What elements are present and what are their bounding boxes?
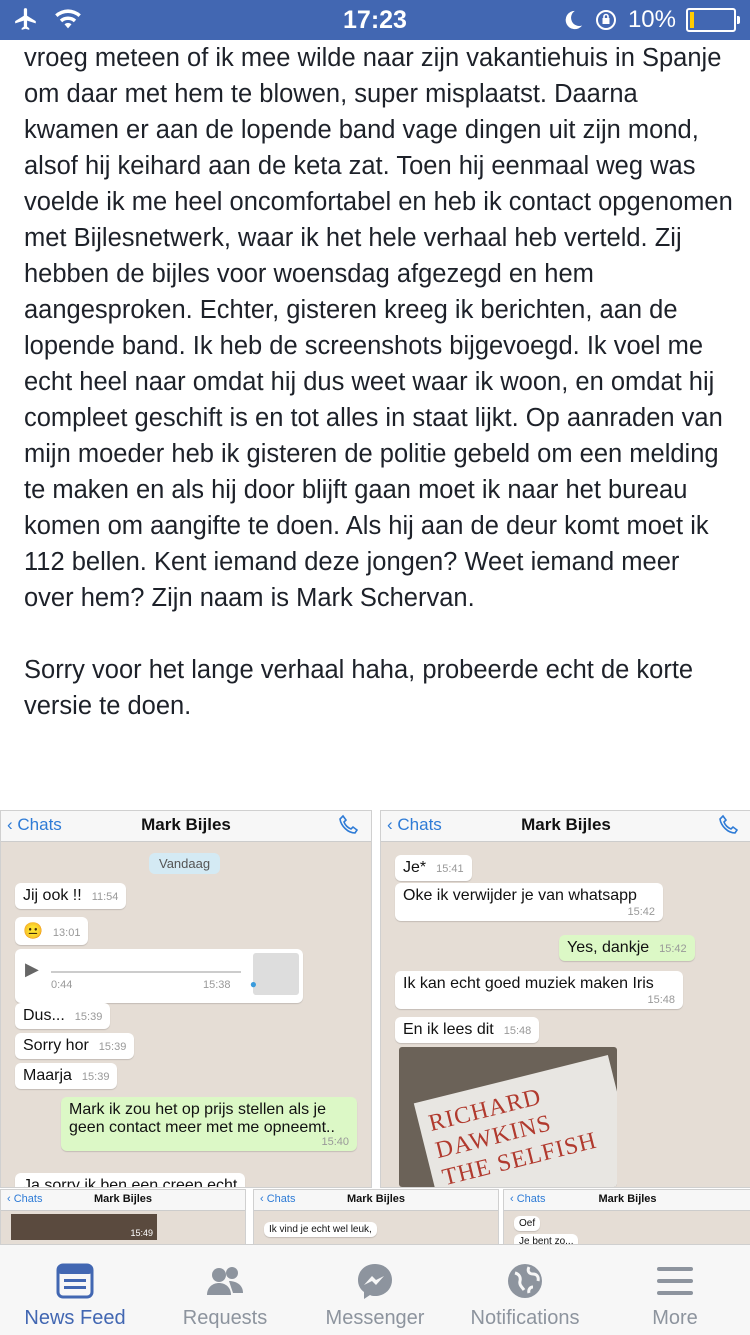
date-pill: Vandaag <box>149 853 221 874</box>
tab-news-feed[interactable]: News Feed <box>0 1245 150 1335</box>
book-cover-text: RICHARD DAWKINS THE SELFISH <box>426 1083 600 1187</box>
messenger-icon <box>358 1264 392 1299</box>
chat-title: Mark Bijles <box>141 815 231 834</box>
screenshot-chat-5[interactable]: ‹ Chats Mark Bijles Oef Je bent zo... <box>503 1189 750 1246</box>
message-time: 15:49 <box>130 1228 153 1238</box>
globe-icon <box>508 1264 542 1298</box>
message-bubble: Jij ook !! 11:54 <box>15 883 127 909</box>
tab-messenger[interactable]: Messenger <box>300 1245 450 1335</box>
message-bubble: Je* 15:41 <box>395 855 472 881</box>
message-bubble-outgoing: Yes, dankje 15:42 <box>559 935 695 961</box>
status-right: 10% <box>562 6 740 34</box>
tab-more[interactable]: More <box>600 1245 750 1335</box>
message-bubble: Ja sorry ik ben een creep echt <box>15 1173 246 1187</box>
tab-label: Messenger <box>325 1307 425 1329</box>
message-bubble: 😐 13:01 <box>15 917 89 945</box>
screenshot-chat-2[interactable]: ‹ Chats Mark Bijles Je* 15:41 Oke ik verw… <box>380 810 750 1188</box>
chat-title: Mark Bijles <box>93 1193 153 1205</box>
tab-notifications[interactable]: Notifications <box>450 1245 600 1335</box>
message-bubble: Ik vind je echt wel leuk, <box>264 1222 377 1237</box>
menu-icon <box>657 1267 693 1295</box>
phone-icon <box>339 814 359 834</box>
avatar <box>253 953 299 995</box>
battery-percent: 10% <box>627 6 676 33</box>
post-paragraph: vroeg meteen of ik mee wilde naar zijn v… <box>24 44 733 612</box>
post-paragraph: Sorry voor het lange verhaal haha, probe… <box>24 656 694 720</box>
moon-icon <box>565 10 583 30</box>
chat-header: ‹ Chats Mark Bijles <box>254 1190 498 1211</box>
voice-progress-track <box>51 971 241 973</box>
message-bubble: Maarja 15:39 <box>15 1063 118 1089</box>
chat-title: Mark Bijles <box>521 815 611 834</box>
screenshot-chat-3[interactable]: ‹ Chats Mark Bijles 15:49 <box>0 1189 246 1246</box>
book-cover: RICHARD DAWKINS THE SELFISH <box>413 1055 617 1187</box>
voice-message: ▶ 0:44 15:38 ● <box>15 949 303 1003</box>
rotation-lock-icon <box>595 10 616 30</box>
message-bubble: Sorry hor 15:39 <box>15 1033 135 1059</box>
message-bubble: En ik lees dit 15:48 <box>395 1017 540 1043</box>
tab-label: News Feed <box>24 1307 126 1329</box>
chat-header: ‹ Chats Mark Bijles <box>1 811 371 842</box>
message-bubble-outgoing: Mark ik zou het op prijs stellen als je … <box>61 1097 357 1151</box>
post-body: vroeg meteen of ik mee wilde naar zijn v… <box>24 40 734 724</box>
microphone-icon: ● <box>249 977 257 991</box>
tab-bar: News Feed Requests Messenger Notificatio… <box>0 1244 750 1335</box>
chat-header: ‹ Chats Mark Bijles <box>504 1190 750 1211</box>
screenshot-chat-1[interactable]: ‹ Chats Mark Bijles Vandaag Jij ook !! 11… <box>0 810 372 1188</box>
friend-requests-icon <box>207 1267 243 1295</box>
message-time: 15:38 <box>203 979 231 991</box>
tab-label: Notifications <box>470 1307 580 1329</box>
screenshot-chat-4[interactable]: ‹ Chats Mark Bijles Ik vind je echt wel … <box>253 1189 499 1246</box>
phone-icon <box>719 814 739 834</box>
play-icon: ▶ <box>25 959 39 979</box>
voice-duration: 0:44 <box>51 979 73 991</box>
status-bar: 17:23 10% <box>0 0 750 40</box>
book-photo: RICHARD DAWKINS THE SELFISH <box>399 1047 617 1187</box>
tab-label: More <box>652 1307 698 1329</box>
battery-icon <box>686 8 740 32</box>
news-feed-icon <box>56 1263 94 1299</box>
image-message: 15:49 <box>11 1214 157 1240</box>
message-bubble: Oef <box>514 1216 541 1231</box>
chat-header: ‹ Chats Mark Bijles <box>381 811 750 842</box>
tab-requests[interactable]: Requests <box>150 1245 300 1335</box>
chat-header: ‹ Chats Mark Bijles <box>1 1190 245 1211</box>
message-bubble: Dus... 15:39 <box>15 1003 111 1029</box>
message-bubble: Ik kan echt goed muziek maken Iris 15:48 <box>395 971 683 1009</box>
chat-title: Mark Bijles <box>598 1193 657 1205</box>
chat-title: Mark Bijles <box>346 1193 406 1205</box>
tab-label: Requests <box>182 1307 268 1329</box>
message-bubble: Oke ik verwijder je van whatsapp 15:42 <box>395 883 663 921</box>
